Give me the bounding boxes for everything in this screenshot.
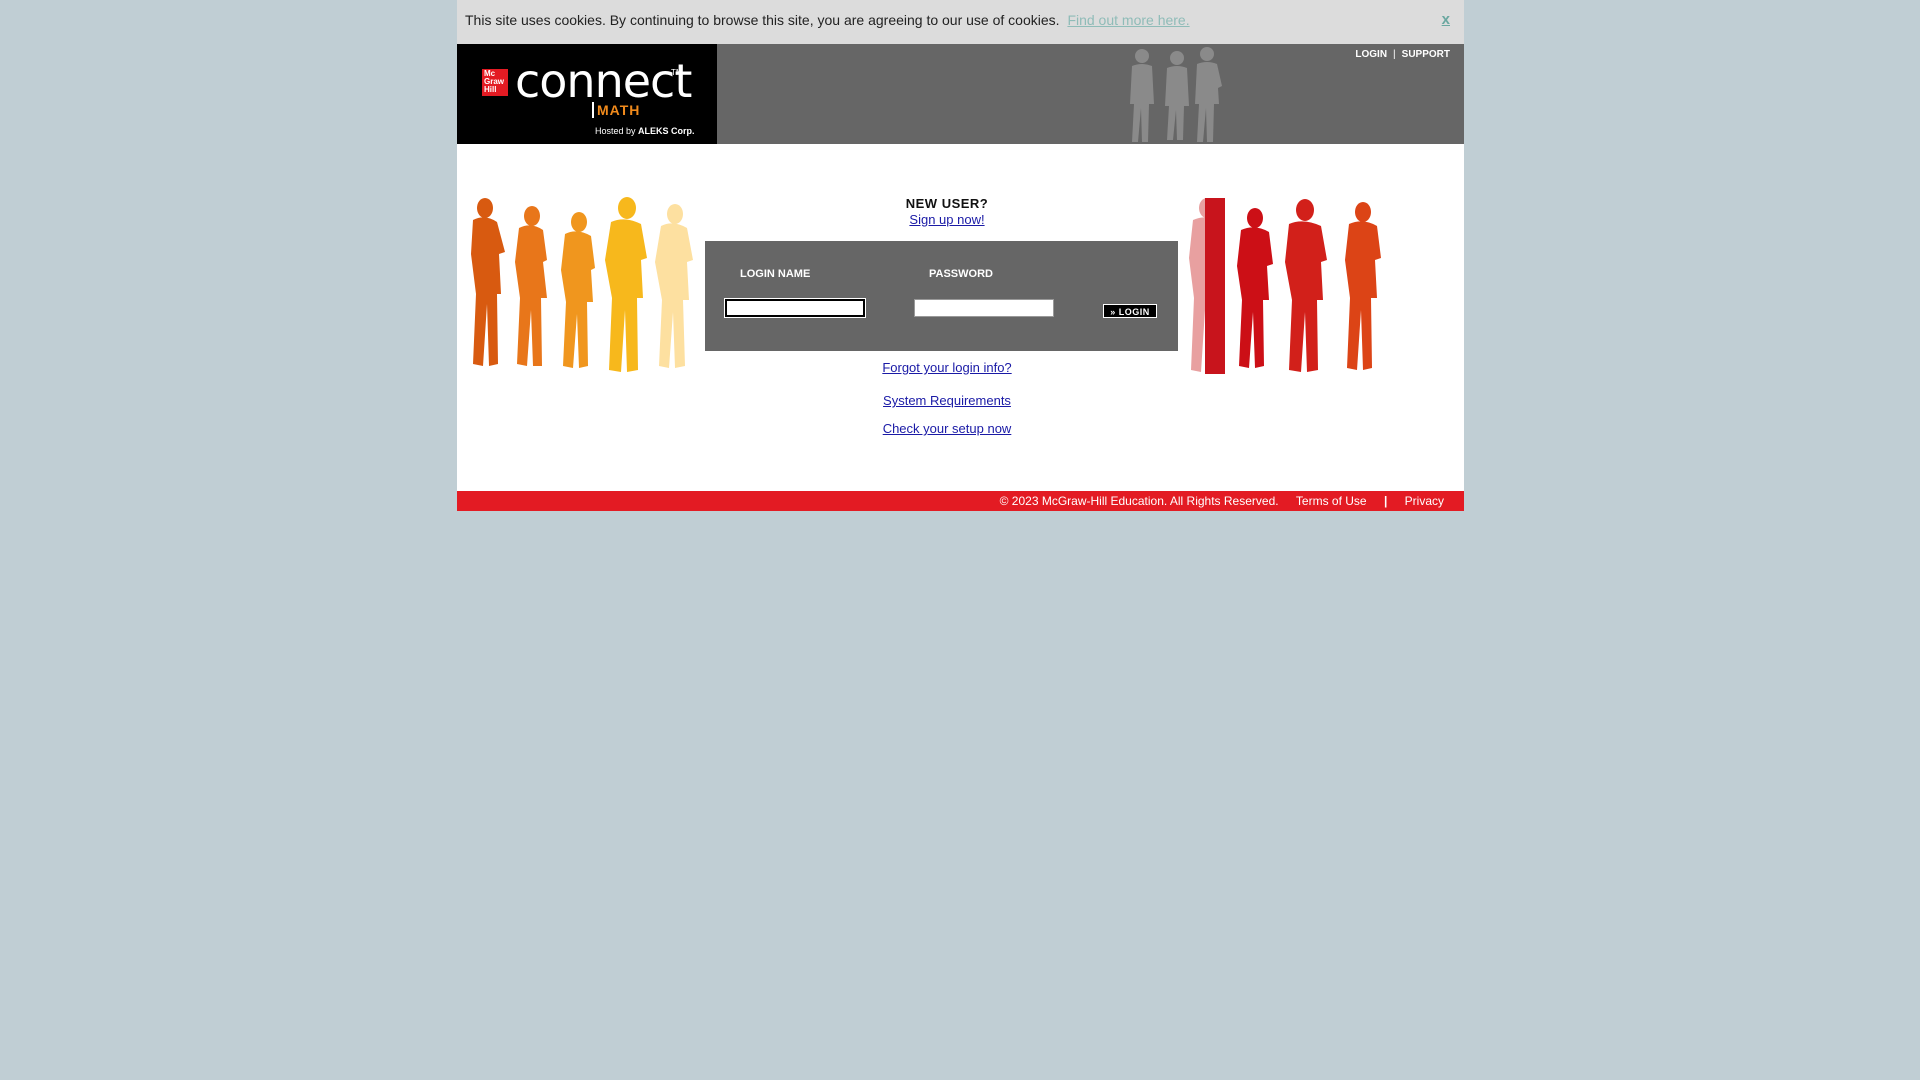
forgot-login-link[interactable]: Forgot your login info? xyxy=(882,360,1011,375)
top-nav: LOGIN | SUPPORT xyxy=(1355,49,1450,60)
system-requirements-row: System Requirements xyxy=(857,393,1037,408)
footer-separator: | xyxy=(1383,494,1388,508)
signup-link[interactable]: Sign up now! xyxy=(909,212,984,227)
trademark-symbol: TM xyxy=(671,68,683,77)
cookie-info-link[interactable]: Find out more here. xyxy=(1067,12,1189,28)
mcgraw-hill-badge: Mc Graw Hill xyxy=(482,69,508,96)
math-wordmark: MATH xyxy=(592,102,640,118)
system-requirements-link[interactable]: System Requirements xyxy=(883,393,1011,408)
check-setup-link[interactable]: Check your setup now xyxy=(883,421,1012,436)
new-user-section: NEW USER? Sign up now! xyxy=(847,196,1047,229)
cookie-message: This site uses cookies. By continuing to… xyxy=(465,12,1190,28)
login-panel: LOGIN NAME PASSWORD » LOGIN xyxy=(705,241,1178,351)
password-label: PASSWORD xyxy=(929,268,993,280)
login-button[interactable]: » LOGIN xyxy=(1103,304,1157,318)
privacy-link[interactable]: Privacy xyxy=(1405,494,1444,508)
copyright-text: © 2023 McGraw-Hill Education. All Rights… xyxy=(999,494,1279,508)
nav-separator: | xyxy=(1393,49,1396,60)
footer-bar: © 2023 McGraw-Hill Education. All Rights… xyxy=(457,491,1464,511)
terms-of-use-link[interactable]: Terms of Use xyxy=(1296,494,1367,508)
login-name-input[interactable] xyxy=(724,298,866,318)
cookie-close-button[interactable]: x xyxy=(1442,11,1450,28)
nav-support-link[interactable]: SUPPORT xyxy=(1402,49,1450,60)
nav-login-link[interactable]: LOGIN xyxy=(1355,49,1387,60)
students-silhouette-right-icon xyxy=(1189,198,1381,374)
students-silhouette-left-icon xyxy=(471,197,693,372)
check-setup-row: Check your setup now xyxy=(857,421,1037,436)
header-people-silhouette-icon xyxy=(1130,47,1222,142)
hosted-by-text: Hosted by ALEKS Corp. xyxy=(595,126,695,136)
hosted-prefix: Hosted by xyxy=(595,126,636,136)
forgot-login-row: Forgot your login info? xyxy=(857,360,1037,375)
password-input[interactable] xyxy=(914,299,1054,317)
cookie-message-text: This site uses cookies. By continuing to… xyxy=(465,12,1060,28)
connect-wordmark: connect xyxy=(515,54,692,108)
main-page: Mc Graw Hill connect TM MATH Hosted by A… xyxy=(457,44,1464,511)
cookie-banner: This site uses cookies. By continuing to… xyxy=(457,0,1464,44)
header: Mc Graw Hill connect TM MATH Hosted by A… xyxy=(457,44,1464,144)
hosted-by-name: ALEKS Corp. xyxy=(638,126,695,136)
connect-math-logo: Mc Graw Hill connect TM MATH Hosted by A… xyxy=(457,44,717,144)
new-user-title: NEW USER? xyxy=(905,196,989,211)
login-name-label: LOGIN NAME xyxy=(740,268,811,280)
footer-content: © 2023 McGraw-Hill Education. All Rights… xyxy=(1000,491,1444,511)
